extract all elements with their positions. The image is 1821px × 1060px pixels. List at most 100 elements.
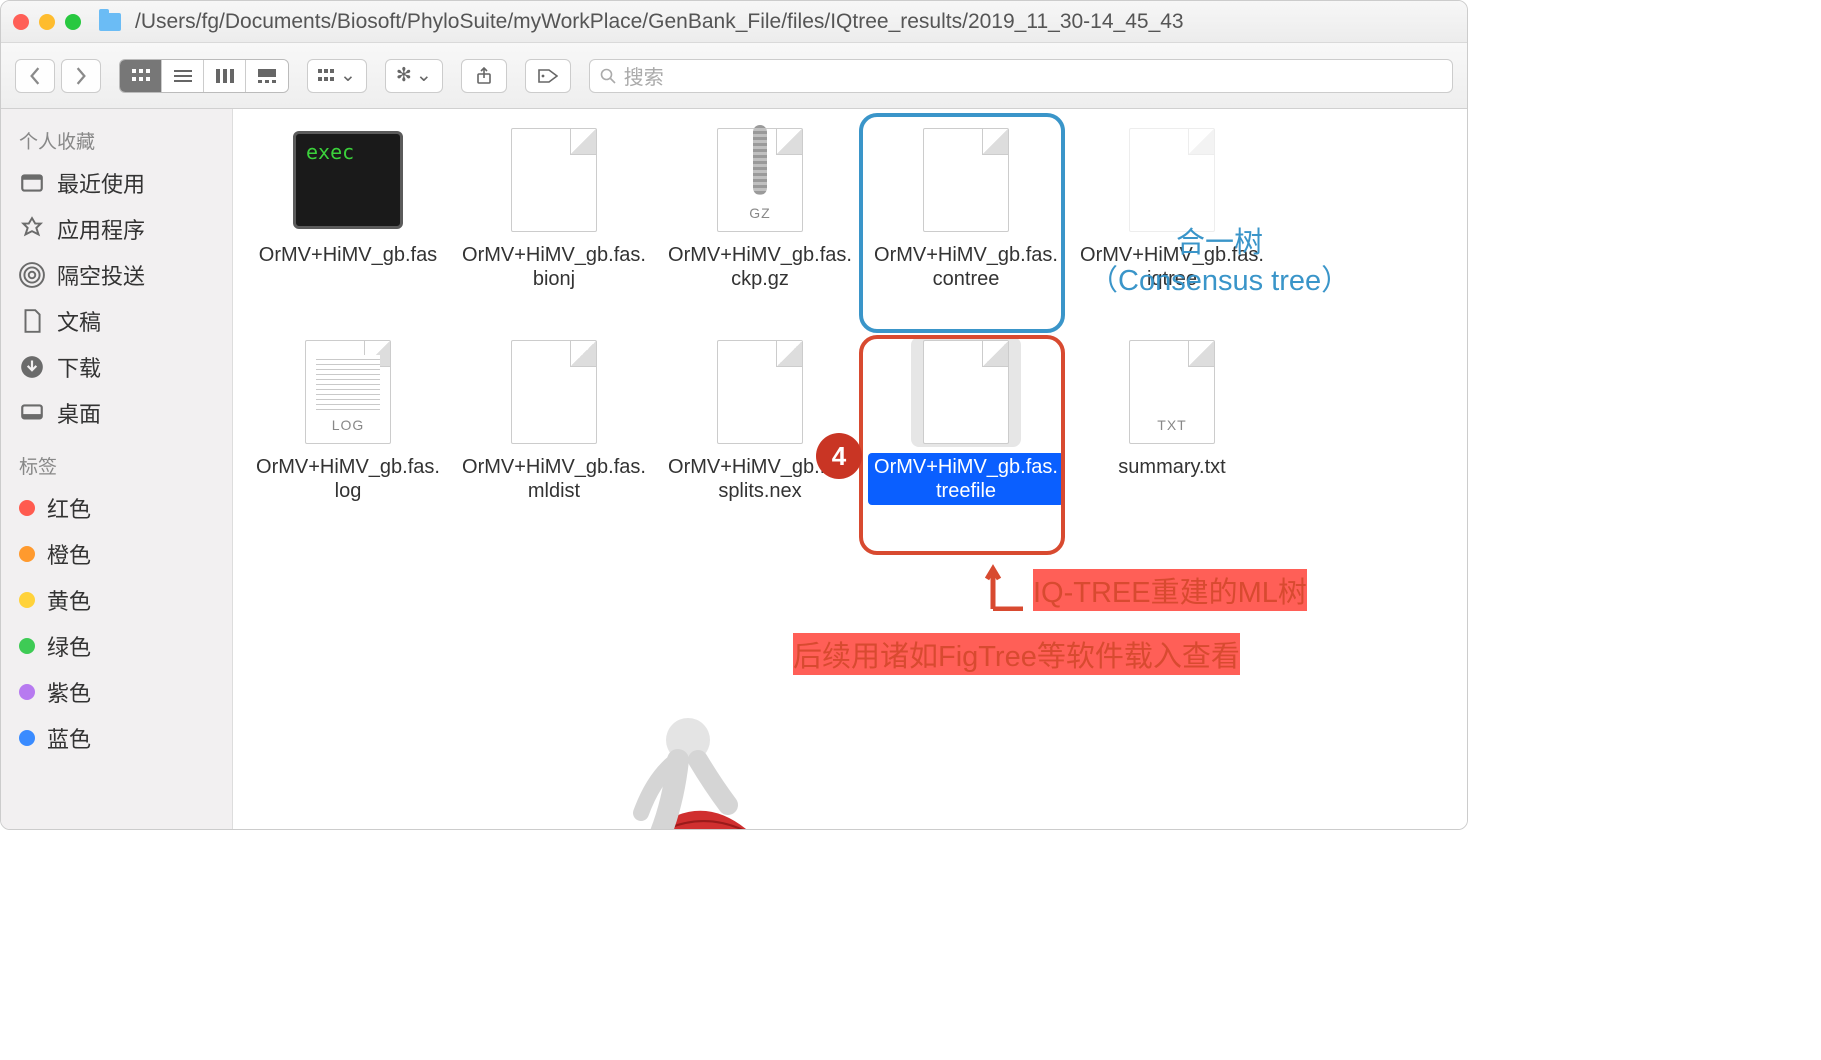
- file-label: OrMV+HiMV_gb.fas.mldist: [456, 453, 652, 505]
- file-icon: [705, 337, 815, 447]
- window-traffic-lights: [13, 14, 81, 30]
- file-icon: [911, 125, 1021, 235]
- file-icon: [499, 125, 609, 235]
- tags-button[interactable]: [525, 59, 571, 93]
- sidebar-favorites-header: 个人收藏: [1, 121, 232, 160]
- file-item[interactable]: OrMV+HiMV_gb.fas.contree: [863, 121, 1069, 333]
- sidebar-tag-green[interactable]: 绿色: [1, 623, 232, 669]
- search-field[interactable]: 搜索: [589, 59, 1453, 93]
- file-label: OrMV+HiMV_gb.fas.bionj: [456, 241, 652, 293]
- minimize-window-button[interactable]: [39, 14, 55, 30]
- file-icon: [499, 337, 609, 447]
- sidebar-tag-label: 绿色: [47, 630, 91, 662]
- sidebar-item-desktop[interactable]: 桌面: [1, 390, 232, 436]
- sidebar-tag-purple[interactable]: 紫色: [1, 669, 232, 715]
- sidebar-tag-label: 黄色: [47, 584, 91, 616]
- sidebar-tag-label: 红色: [47, 492, 91, 524]
- window-body: 个人收藏 最近使用 应用程序 隔空投送 文稿 下载: [1, 109, 1467, 829]
- search-icon: [600, 68, 616, 84]
- file-item[interactable]: OrMV+HiMV_gb.fas.treefile: [863, 333, 1069, 545]
- sidebar-item-label: 桌面: [57, 397, 101, 429]
- applications-icon: [19, 216, 45, 242]
- airdrop-icon: [19, 262, 45, 288]
- group-by-button[interactable]: ⌄: [307, 59, 367, 93]
- sidebar-item-label: 最近使用: [57, 167, 145, 199]
- content-area: execOrMV+HiMV_gb.fasOrMV+HiMV_gb.fas.bio…: [233, 109, 1467, 829]
- toolbar: ⌄ ✻ ⌄ 搜索: [1, 43, 1467, 109]
- tag-dot-icon: [19, 500, 35, 516]
- finder-window: /Users/fg/Documents/Biosoft/PhyloSuite/m…: [0, 0, 1468, 830]
- view-mode-segmented: [119, 59, 289, 93]
- file-label: OrMV+HiMV_gb.fas.log: [250, 453, 446, 505]
- sidebar-item-label: 隔空投送: [57, 259, 145, 291]
- search-placeholder: 搜索: [624, 61, 664, 90]
- sidebar-tag-yellow[interactable]: 黄色: [1, 577, 232, 623]
- zoom-window-button[interactable]: [65, 14, 81, 30]
- step-badge: 4: [816, 433, 862, 479]
- annotation-ml-tree: IQ-TREE重建的ML树: [1033, 569, 1307, 611]
- view-icons-button[interactable]: [120, 60, 162, 92]
- file-grid: execOrMV+HiMV_gb.fasOrMV+HiMV_gb.fas.bio…: [233, 121, 1467, 545]
- sidebar-tag-blue[interactable]: 蓝色: [1, 715, 232, 761]
- step-badge-number: 4: [832, 441, 846, 472]
- view-columns-button[interactable]: [204, 60, 246, 92]
- file-label: OrMV+HiMV_gb.fas.contree: [868, 241, 1064, 293]
- view-gallery-button[interactable]: [246, 60, 288, 92]
- desktop-icon: [19, 400, 45, 426]
- sidebar-item-downloads[interactable]: 下载: [1, 344, 232, 390]
- tag-dot-icon: [19, 730, 35, 746]
- file-label: summary.txt: [1114, 453, 1229, 481]
- sidebar-tag-orange[interactable]: 橙色: [1, 531, 232, 577]
- file-label: OrMV+HiMV_gb.fas.treefile: [868, 453, 1064, 505]
- documents-icon: [19, 308, 45, 334]
- chevron-down-icon: ⌄: [340, 64, 356, 87]
- titlebar: /Users/fg/Documents/Biosoft/PhyloSuite/m…: [1, 1, 1467, 43]
- sidebar-tags-header: 标签: [1, 446, 232, 485]
- file-icon: GZ: [705, 125, 815, 235]
- forward-button[interactable]: [61, 59, 101, 93]
- sidebar-tag-red[interactable]: 红色: [1, 485, 232, 531]
- tag-dot-icon: [19, 638, 35, 654]
- tag-dot-icon: [19, 592, 35, 608]
- view-list-button[interactable]: [162, 60, 204, 92]
- file-item[interactable]: OrMV+HiMV_gb.fas.bionj: [451, 121, 657, 333]
- file-item[interactable]: GZ OrMV+HiMV_gb.fas.ckp.gz: [657, 121, 863, 333]
- sidebar-tag-label: 橙色: [47, 538, 91, 570]
- file-icon: exec: [293, 125, 403, 235]
- share-button[interactable]: [461, 59, 507, 93]
- sidebar-item-documents[interactable]: 文稿: [1, 298, 232, 344]
- sidebar-item-recents[interactable]: 最近使用: [1, 160, 232, 206]
- sidebar-tag-label: 蓝色: [47, 722, 91, 754]
- sidebar: 个人收藏 最近使用 应用程序 隔空投送 文稿 下载: [1, 109, 233, 829]
- sidebar-item-label: 下载: [57, 351, 101, 383]
- file-item[interactable]: execOrMV+HiMV_gb.fas: [245, 121, 451, 333]
- tag-dot-icon: [19, 684, 35, 700]
- nav-buttons: [15, 59, 101, 93]
- chevron-down-icon: ⌄: [416, 64, 432, 87]
- decorative-character-icon: ?: [593, 685, 793, 830]
- sidebar-item-label: 应用程序: [57, 213, 145, 245]
- file-item[interactable]: OrMV+HiMV_gb.fas.mldist: [451, 333, 657, 545]
- back-button[interactable]: [15, 59, 55, 93]
- file-item[interactable]: TXT summary.txt: [1069, 333, 1275, 545]
- file-item[interactable]: LOG OrMV+HiMV_gb.fas.log: [245, 333, 451, 545]
- folder-icon: [99, 13, 121, 31]
- file-label: OrMV+HiMV_gb.fas.ckp.gz: [662, 241, 858, 293]
- window-title-path: /Users/fg/Documents/Biosoft/PhyloSuite/m…: [135, 10, 1184, 34]
- sidebar-item-applications[interactable]: 应用程序: [1, 206, 232, 252]
- annotation-consensus-line2: （Consensus tree）: [1089, 263, 1350, 301]
- file-icon: LOG: [293, 337, 403, 447]
- arrow-up-icon: [985, 561, 1025, 611]
- file-icon: TXT: [1117, 337, 1227, 447]
- sidebar-tag-label: 紫色: [47, 676, 91, 708]
- file-icon: [911, 337, 1021, 447]
- sidebar-item-label: 文稿: [57, 305, 101, 337]
- close-window-button[interactable]: [13, 14, 29, 30]
- annotation-consensus: 合一树 （Consensus tree）: [1089, 225, 1350, 300]
- sidebar-item-airdrop[interactable]: 隔空投送: [1, 252, 232, 298]
- tag-dot-icon: [19, 546, 35, 562]
- annotation-consensus-line1: 合一树: [1089, 225, 1350, 263]
- action-menu-button[interactable]: ✻ ⌄: [385, 59, 443, 93]
- file-icon: [1117, 125, 1227, 235]
- gear-icon: ✻: [396, 64, 412, 87]
